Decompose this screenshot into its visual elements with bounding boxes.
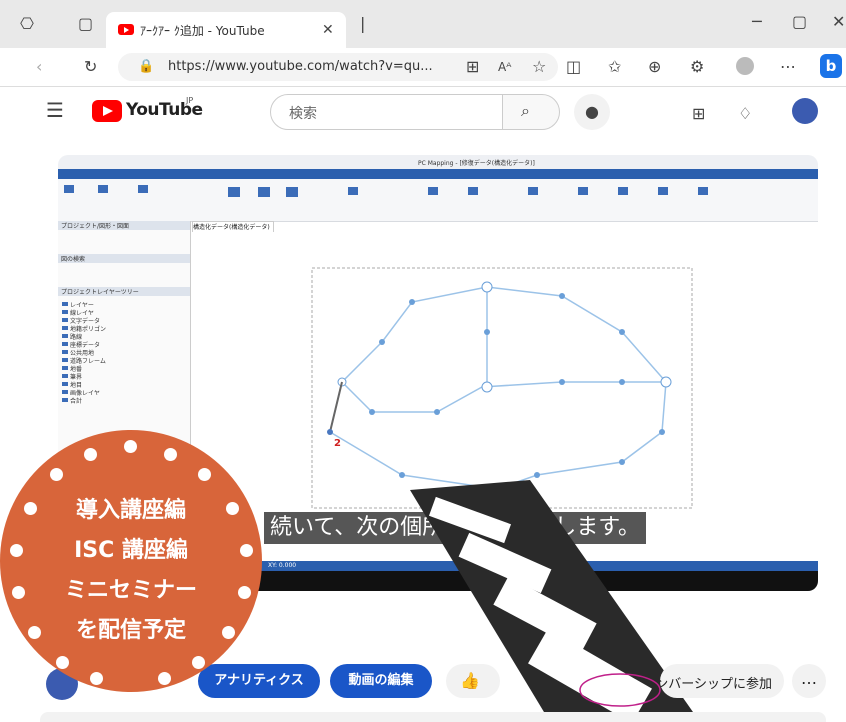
tab-actions-icon[interactable]: ▢ — [78, 14, 93, 34]
tree-item[interactable]: 合計 — [58, 396, 190, 405]
tree-item[interactable]: 筆界 — [58, 372, 190, 381]
app-ribbon-tabs — [58, 169, 818, 179]
profile-icon[interactable] — [736, 57, 754, 75]
promo-line: 導入講座編 — [75, 498, 186, 523]
promo-dot — [12, 586, 25, 599]
promo-dot — [84, 448, 97, 461]
channel-avatar[interactable] — [792, 98, 818, 124]
status-coordinates: XY: 0.000 — [268, 562, 297, 569]
description-box — [40, 712, 826, 722]
promo-dot — [24, 502, 37, 515]
promo-line: ISC 講座編 — [74, 538, 188, 563]
promo-dot — [10, 544, 23, 557]
promo-dot — [192, 656, 205, 669]
refresh-icon[interactable]: ↻ — [84, 57, 97, 77]
tree-item[interactable]: 地籍ポリゴン — [58, 324, 190, 333]
tree-item[interactable]: 地番 — [58, 364, 190, 373]
browser-tab[interactable]: ｱｰｸｱｰ ｸ追加 - YouTube ✕ — [106, 12, 346, 48]
extensions-icon[interactable]: ⚙ — [690, 57, 704, 77]
browser-tab-bar: ⎔ ▢ ｱｰｸｱｰ ｸ追加 - YouTube ✕ | ─ ▢ ✕ — [0, 0, 846, 48]
analytics-button[interactable]: アナリティクス — [198, 664, 320, 698]
panel-header-layers: プロジェクト/図形・図面 — [58, 221, 190, 230]
app-available-icon[interactable]: ⊞ — [466, 57, 479, 77]
join-label: メンバーシップに参加 — [660, 677, 772, 692]
promo-dot — [90, 672, 103, 685]
edit-video-button[interactable]: 動画の編集 — [330, 664, 432, 698]
app-window-title: PC Mapping - [修復データ(構造化データ)] — [418, 160, 535, 167]
read-aloud-icon[interactable]: Aᴬ — [498, 57, 511, 77]
split-screen-icon[interactable]: ◫ — [566, 57, 581, 77]
promo-dot — [238, 586, 251, 599]
collections-icon[interactable]: ⊕ — [648, 57, 661, 77]
workspaces-icon[interactable]: ⎔ — [20, 14, 34, 34]
start-node — [327, 429, 333, 435]
tree-item[interactable]: 路線 — [58, 332, 190, 341]
promo-dot — [164, 448, 177, 461]
like-button[interactable]: 👍 — [446, 664, 500, 698]
tree-item[interactable]: レイヤー — [58, 300, 190, 309]
close-icon[interactable]: ✕ — [832, 12, 845, 32]
promo-dot — [56, 656, 69, 669]
address-toolbar: ‹ ↻ 🔒 https://www.youtube.com/watch?v=qu… — [0, 48, 846, 87]
search-input[interactable]: 検索 — [270, 94, 504, 130]
back-icon[interactable]: ‹ — [36, 57, 42, 77]
promo-dot — [240, 544, 253, 557]
microphone-icon: ● — [585, 102, 599, 121]
tree-item[interactable]: 座標データ — [58, 340, 190, 349]
menu-icon[interactable]: ☰ — [46, 100, 64, 120]
panel-header-tree: プロジェクトレイヤーツリー — [58, 287, 190, 296]
promo-dot — [198, 468, 211, 481]
network-junctions — [337, 281, 672, 393]
tab-title: ｱｰｸｱｰ ｸ追加 - YouTube — [140, 24, 265, 38]
tree-item[interactable]: 地目 — [58, 380, 190, 389]
region-label: JP — [186, 96, 194, 105]
create-video-icon[interactable]: ⊞ — [692, 104, 705, 124]
panel-header-search: 図の検索 — [58, 254, 190, 263]
promo-dot — [28, 626, 41, 639]
thumbs-up-icon: 👍 — [460, 671, 480, 690]
promo-dot — [222, 626, 235, 639]
more-actions-button[interactable]: … — [792, 664, 826, 698]
address-bar[interactable]: 🔒 https://www.youtube.com/watch?v=qu... … — [118, 53, 558, 81]
join-button[interactable]: メンバーシップに参加 — [660, 664, 784, 698]
youtube-favicon-icon — [118, 24, 134, 35]
close-tab-icon[interactable]: ✕ — [322, 20, 334, 40]
network-lines — [329, 286, 667, 490]
tree-item[interactable]: 画像レイヤ — [58, 388, 190, 397]
minimize-icon[interactable]: ─ — [752, 12, 762, 32]
promo-dot — [158, 672, 171, 685]
selection-frame — [311, 267, 693, 509]
app-ribbon — [58, 179, 818, 222]
new-tab-button[interactable]: | — [360, 14, 365, 34]
promo-dot — [50, 468, 63, 481]
promo-badge: 導入講座編 ISC 講座編 ミニセミナー を配信予定 — [0, 430, 262, 692]
app-titlebar: PC Mapping - [修復データ(構造化データ)] — [58, 155, 818, 169]
tree-item[interactable]: 道路フレーム — [58, 356, 190, 365]
search-icon: ⌕ — [521, 101, 530, 120]
notifications-bell-icon[interactable]: ♢ — [738, 104, 752, 124]
ribbon-buttons — [64, 185, 708, 197]
tree-item[interactable]: 文字データ — [58, 316, 190, 325]
maximize-icon[interactable]: ▢ — [792, 12, 807, 32]
promo-line: ミニセミナー — [64, 578, 197, 603]
url-text: https://www.youtube.com/watch?v=qu... — [168, 59, 433, 74]
search-button[interactable]: ⌕ — [502, 94, 560, 130]
more-icon[interactable]: ⋯ — [780, 57, 796, 77]
youtube-logo-icon[interactable] — [92, 100, 122, 122]
bing-icon[interactable]: b — [820, 54, 842, 78]
favorites-icon[interactable]: ✩ — [608, 57, 621, 77]
voice-search-button[interactable]: ● — [574, 94, 610, 130]
lock-icon[interactable]: 🔒 — [138, 57, 154, 77]
promo-dot — [124, 440, 137, 453]
point-label: 2 — [334, 438, 341, 449]
favorite-star-icon[interactable]: ☆ — [532, 57, 546, 77]
promo-dot — [226, 502, 239, 515]
selected-edge — [329, 381, 343, 433]
tree-item[interactable]: 公共用地 — [58, 348, 190, 357]
tree-item[interactable]: 線レイヤ — [58, 308, 190, 317]
search-placeholder: 検索 — [289, 106, 317, 122]
